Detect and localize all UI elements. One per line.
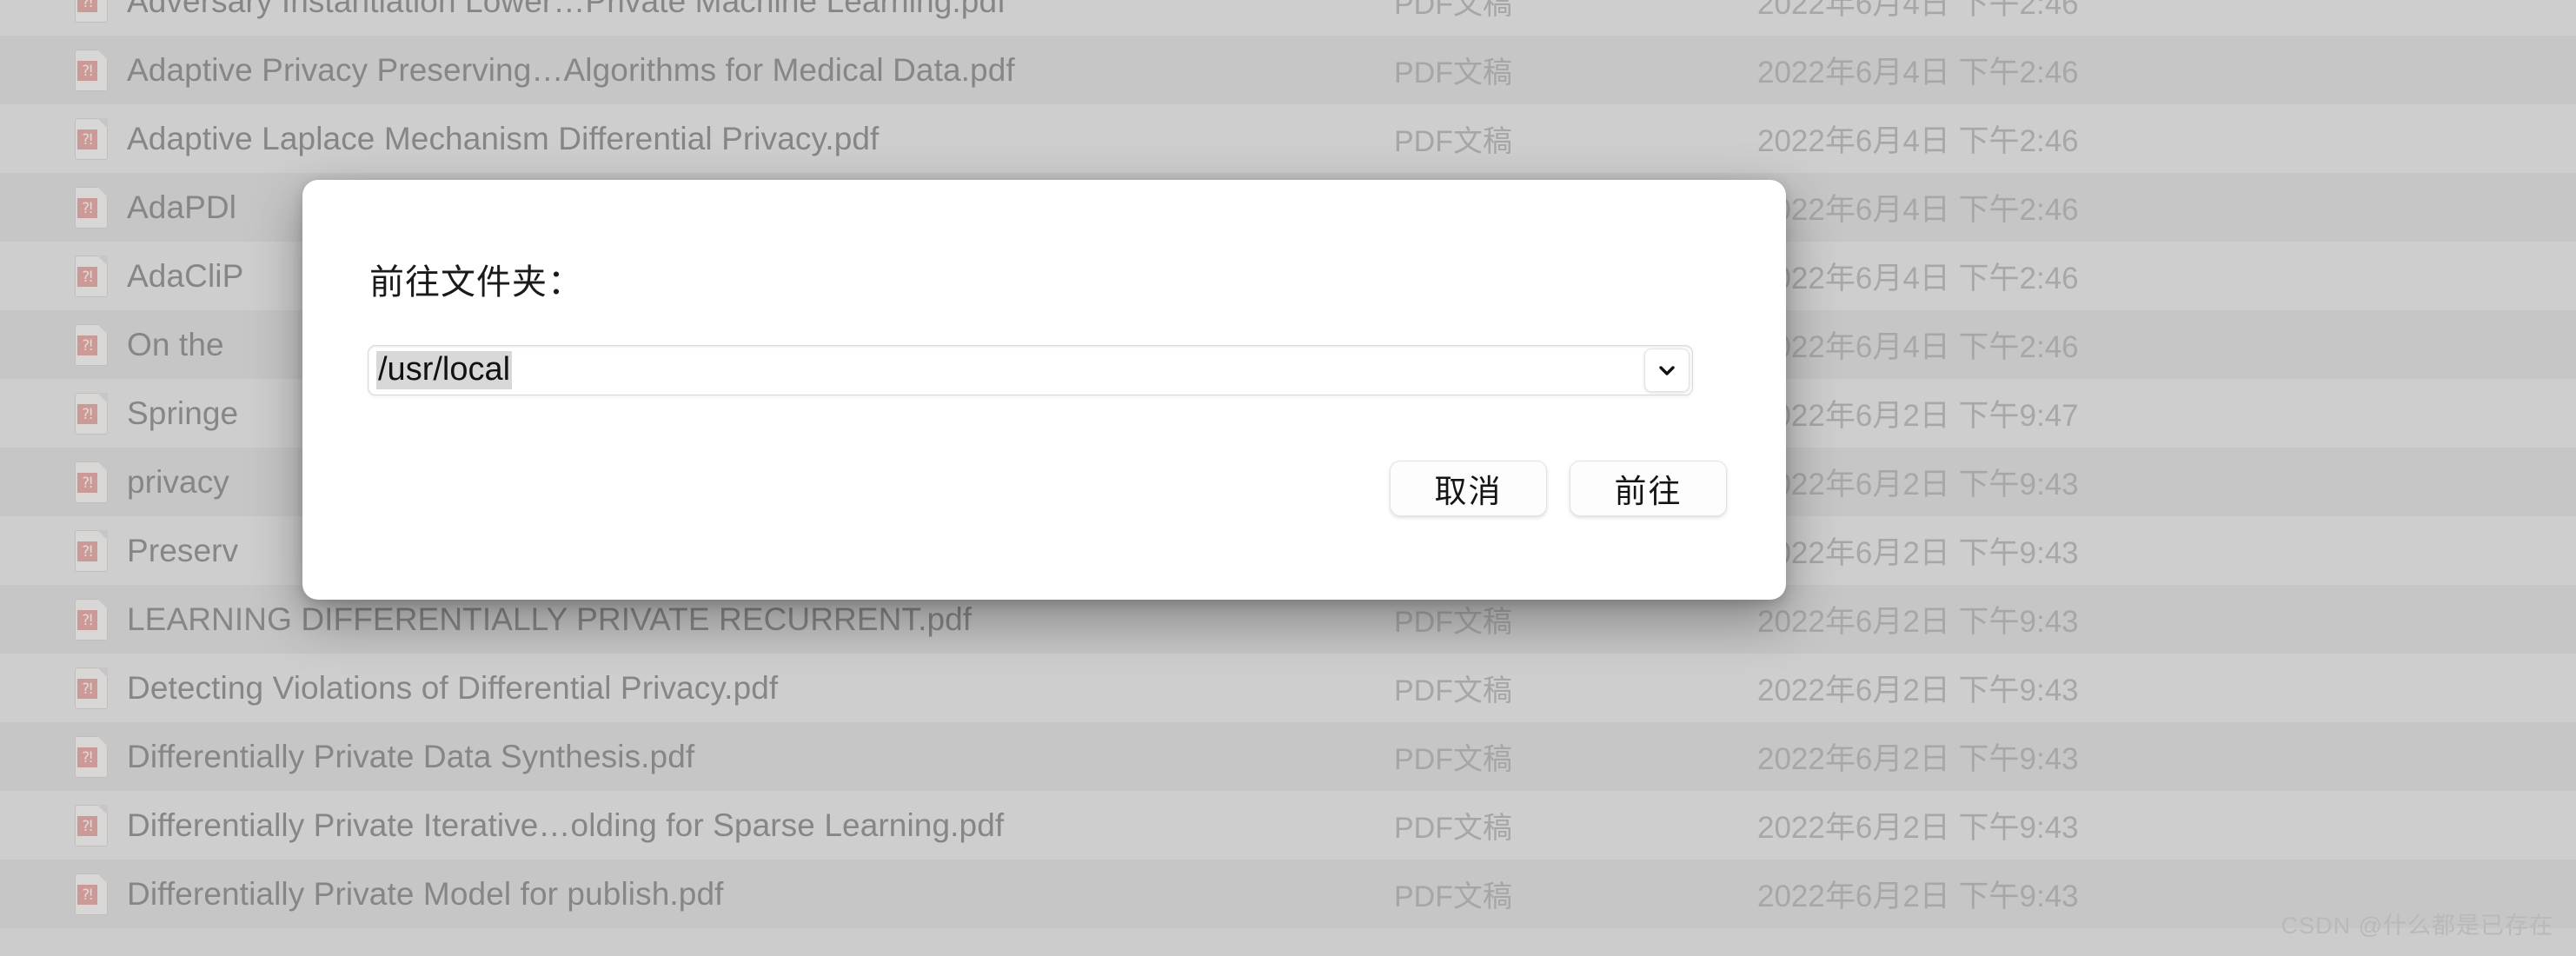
file-date-cell: 2022年6月4日 下午2:46: [1757, 193, 2079, 227]
csdn-watermark: CSDN @什么都是已存在: [2281, 913, 2553, 939]
file-kind-cell: PDF文稿: [1394, 812, 1512, 845]
table-row[interactable]: ⁈ Differentially Private Model for publis…: [0, 860, 2576, 928]
pdf-file-icon: ⁈: [75, 49, 108, 91]
pdf-file-icon: ⁈: [75, 186, 108, 229]
file-name-cell: LEARNING DIFFERENTIALLY PRIVATE RECURREN…: [127, 601, 973, 637]
file-date-cell: 2022年6月4日 下午2:46: [1757, 124, 2079, 158]
dialog-button-row: 取消 前往: [1390, 461, 1727, 516]
table-row[interactable]: ⁈ Adaptive Privacy Preserving…Algorithms …: [0, 36, 2576, 104]
file-kind-cell: PDF文稿: [1394, 125, 1512, 158]
pdf-file-icon: ⁈: [75, 529, 108, 572]
pdf-file-icon: ⁈: [75, 598, 108, 641]
table-row[interactable]: ⁈ Adaptive Laplace Mechanism Differential…: [0, 104, 2576, 173]
file-kind-cell: PDF文稿: [1394, 880, 1512, 913]
file-name-cell: Adversary Instantiation Lower…Private Ma…: [127, 0, 1006, 19]
go-to-folder-label: 前往文件夹：: [369, 263, 583, 302]
pdf-file-icon: ⁈: [75, 735, 108, 778]
go-to-folder-dialog: 前往文件夹： /usr/local 取消 前往: [302, 180, 1786, 600]
file-date-cell: 2022年6月2日 下午9:43: [1757, 742, 2079, 776]
file-date-cell: 2022年6月2日 下午9:47: [1757, 399, 2079, 433]
table-row[interactable]: ⁈ Adversary Instantiation Lower…Private M…: [0, 0, 2576, 36]
file-name-cell: Adaptive Privacy Preserving…Algorithms f…: [127, 51, 1015, 88]
table-row[interactable]: ⁈ Differentially Private Data Synthesis.p…: [0, 722, 2576, 791]
file-date-cell: 2022年6月4日 下午2:46: [1757, 0, 2079, 21]
cancel-button[interactable]: 取消: [1390, 461, 1547, 516]
file-kind-cell: PDF文稿: [1394, 56, 1512, 90]
pdf-file-icon: ⁈: [75, 873, 108, 915]
file-name-cell: Adaptive Laplace Mechanism Differential …: [127, 120, 880, 156]
pdf-file-icon: ⁈: [75, 117, 108, 160]
pdf-file-icon: ⁈: [75, 0, 108, 23]
table-row[interactable]: ⁈ Differentially Private Iterative…olding…: [0, 791, 2576, 860]
folder-path-combobox[interactable]: /usr/local: [368, 345, 1693, 395]
path-dropdown-button[interactable]: [1644, 349, 1690, 392]
file-name-cell: Differentially Private Iterative…olding …: [127, 807, 1005, 843]
pdf-file-icon: ⁈: [75, 255, 108, 297]
file-date-cell: 2022年6月2日 下午9:43: [1757, 536, 2079, 570]
file-kind-cell: PDF文稿: [1394, 606, 1512, 639]
pdf-file-icon: ⁈: [75, 323, 108, 366]
pdf-file-icon: ⁈: [75, 461, 108, 503]
file-kind-cell: PDF文稿: [1394, 674, 1512, 707]
file-kind-cell: PDF文稿: [1394, 743, 1512, 776]
file-date-cell: 2022年6月2日 下午9:43: [1757, 605, 2079, 639]
pdf-file-icon: ⁈: [75, 392, 108, 435]
folder-path-input[interactable]: /usr/local: [376, 350, 513, 390]
file-date-cell: 2022年6月2日 下午9:43: [1757, 674, 2079, 707]
go-button[interactable]: 前往: [1570, 461, 1727, 516]
pdf-file-icon: ⁈: [75, 804, 108, 846]
file-date-cell: 2022年6月4日 下午2:46: [1757, 262, 2079, 295]
file-name-cell: Detecting Violations of Differential Pri…: [127, 669, 779, 706]
file-date-cell: 2022年6月4日 下午2:46: [1757, 330, 2079, 364]
file-name-cell: Differentially Private Model for publish…: [127, 875, 724, 912]
file-kind-cell: PDF文稿: [1394, 0, 1512, 21]
file-name-cell: Differentially Private Data Synthesis.pd…: [127, 738, 695, 774]
file-date-cell: 2022年6月2日 下午9:43: [1757, 811, 2079, 845]
chevron-down-icon: [1656, 359, 1678, 382]
table-row[interactable]: ⁈ Detecting Violations of Differential Pr…: [0, 654, 2576, 722]
pdf-file-icon: ⁈: [75, 667, 108, 709]
file-date-cell: 2022年6月2日 下午9:43: [1757, 468, 2079, 501]
file-date-cell: 2022年6月4日 下午2:46: [1757, 56, 2079, 90]
